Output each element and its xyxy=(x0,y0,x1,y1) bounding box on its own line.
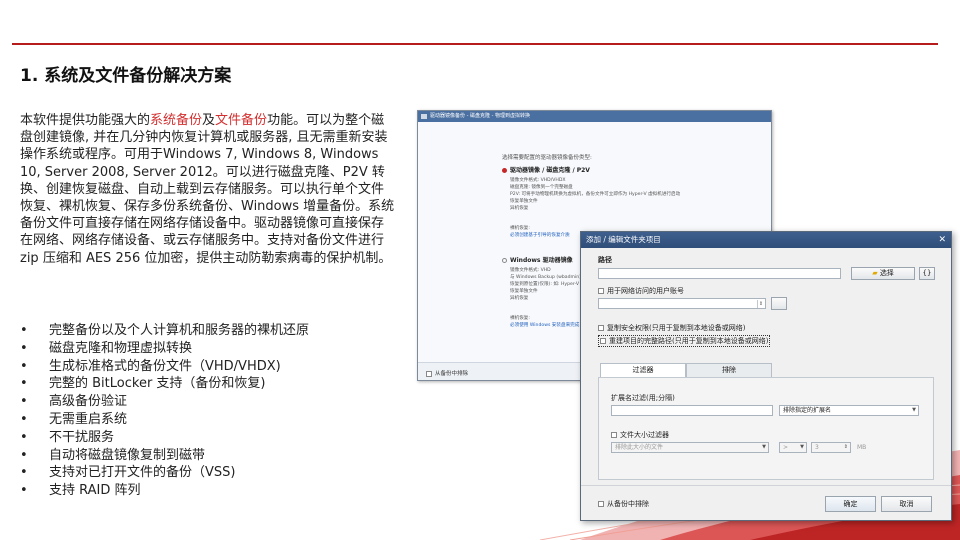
feature-list: 完整备份以及个人计算机和服务器的裸机还原 磁盘克隆和物理虚拟转换 生成标准格式的… xyxy=(20,322,400,500)
option-windows-image[interactable]: Windows 驱动器镜像 xyxy=(502,255,573,264)
ext-mode-select[interactable]: 排除指定的扩展名 ▼ xyxy=(779,405,919,416)
size-value-stepper[interactable]: 3 ⇕ xyxy=(811,442,851,453)
option1-recovery: 裸机恢复: 必须创建基于引导的恢复介质 xyxy=(510,225,570,239)
network-user-select[interactable]: ⇕ xyxy=(598,298,766,309)
intro-text-3: 功能。可以为整个磁盘创建镜像, 并在几分钟内恢复计算机或服务器, 且无需重新安装… xyxy=(20,113,395,266)
edit-folder-dialog: 添加 / 编辑文件夹项目 ✕ 路径 ▰ 选择 {} 用于网络访问的用户账号 ⇕ … xyxy=(580,231,952,521)
exclude-row[interactable]: 从备份中排除 xyxy=(598,499,649,509)
size-operator-select[interactable]: > ▼ xyxy=(779,442,807,453)
backup-type-prompt: 选择需要配置的驱动器镜像备份类型: xyxy=(502,155,592,161)
spin-arrows-icon: ⇕ xyxy=(843,444,848,450)
chevron-down-icon: ▼ xyxy=(912,407,916,413)
option-drive-image[interactable]: 驱动器镜像 / 磁盘克隆 / P2V xyxy=(502,165,590,174)
radio-selected-icon[interactable] xyxy=(502,168,507,173)
feature-item: 完整的 BitLocker 支持（备份和恢复) xyxy=(20,375,400,393)
window-titlebar: 驱动器镜像备份 - 磁盘克隆 - 物理到虚拟转换 xyxy=(418,111,771,122)
tab-exclude[interactable]: 排除 xyxy=(686,363,772,377)
size-mode-value: 排除此大小的文件 xyxy=(615,444,664,451)
feature-item: 完整备份以及个人计算机和服务器的裸机还原 xyxy=(20,322,400,340)
intro-paragraph: 本软件提供功能强大的系统备份及文件备份功能。可以为整个磁盘创建镜像, 并在几分钟… xyxy=(20,112,395,267)
fullpath-label: 重建项目的完整路径(只用于复制到本地设备或网络) xyxy=(609,337,769,345)
network-user-row[interactable]: 用于网络访问的用户账号 xyxy=(598,286,684,296)
ext-filter-label: 扩展名过滤(用;分隔) xyxy=(611,394,675,402)
spin-arrows-icon: ⇕ xyxy=(757,300,764,308)
ext-mode-value: 排除指定的扩展名 xyxy=(783,407,832,414)
window-title: 驱动器镜像备份 - 磁盘克隆 - 物理到虚拟转换 xyxy=(430,113,530,119)
header-rule xyxy=(12,43,938,45)
security-checkbox[interactable] xyxy=(598,325,604,331)
path-input[interactable] xyxy=(598,268,841,279)
option2-recovery: 裸机恢复: 必须使用 Windows 安装盘来完成 xyxy=(510,315,579,329)
detail-line: 镜像文件格式: VHD/VHDX xyxy=(510,178,566,183)
intro-text-2: 及 xyxy=(202,113,216,128)
exclude-label: 从备份中排除 xyxy=(607,500,649,508)
detail-line: 恢复单独文件 xyxy=(510,199,538,204)
path-label: 路径 xyxy=(598,256,612,264)
fullpath-row[interactable]: 重建项目的完整路径(只用于复制到本地设备或网络) xyxy=(598,335,771,347)
size-mode-select[interactable]: 排除此大小的文件 ▼ xyxy=(611,442,769,453)
network-user-label: 用于网络访问的用户账号 xyxy=(607,287,684,295)
browse-label: 选择 xyxy=(879,269,894,277)
dialog-titlebar: 添加 / 编辑文件夹项目 ✕ xyxy=(581,232,951,248)
recovery-link[interactable]: 必须使用 Windows 安装盘来完成 xyxy=(510,322,579,329)
detail-line: P2V: 可将手动物理机转换为虚拟机，备份文件可立即作为 Hyper-V 虚拟机… xyxy=(510,192,681,197)
option1-details: 镜像文件格式: VHD/VHDX 磁盘克隆: 镜像到一个完整磁盘 P2V: 可将… xyxy=(510,177,680,212)
recovery-link[interactable]: 必须创建基于引导的恢复介质 xyxy=(510,232,570,239)
feature-item: 不干扰服务 xyxy=(20,429,400,447)
feature-item: 支持对已打开文件的备份（VSS) xyxy=(20,464,400,482)
highlight-system-backup: 系统备份 xyxy=(150,113,203,128)
app-icon xyxy=(421,114,427,119)
browse-button[interactable]: ▰ 选择 xyxy=(851,267,915,280)
recovery-label: 裸机恢复: xyxy=(510,226,530,231)
folder-icon: ▰ xyxy=(872,269,878,277)
size-value: 3 xyxy=(815,444,819,451)
feature-item: 磁盘克隆和物理虚拟转换 xyxy=(20,340,400,358)
chevron-down-icon: ▼ xyxy=(800,444,804,450)
tab-filter[interactable]: 过滤器 xyxy=(600,363,686,377)
size-filter-label: 文件大小过滤器 xyxy=(620,431,669,439)
option-label: 驱动器镜像 / 磁盘克隆 / P2V xyxy=(510,167,590,174)
cancel-button[interactable]: 取消 xyxy=(881,496,932,512)
feature-item: 高级备份验证 xyxy=(20,393,400,411)
slide-title: 1. 系统及文件备份解决方案 xyxy=(20,66,232,86)
close-icon[interactable]: ✕ xyxy=(938,232,946,248)
intro-text-1: 本软件提供功能强大的 xyxy=(20,113,151,128)
feature-item: 无需重启系统 xyxy=(20,411,400,429)
size-filter-checkbox[interactable] xyxy=(611,432,617,438)
recovery-label: 裸机恢复: xyxy=(510,316,530,321)
variables-button[interactable]: {} xyxy=(919,267,935,280)
exclude-checkbox[interactable] xyxy=(426,370,432,377)
network-user-checkbox[interactable] xyxy=(598,288,604,294)
size-operator-value: > xyxy=(783,444,789,451)
exclude-checkbox[interactable] xyxy=(598,501,604,507)
security-row[interactable]: 复制安全权限(只用于复制到本地设备或网络) xyxy=(598,323,745,333)
security-label: 复制安全权限(只用于复制到本地设备或网络) xyxy=(607,324,746,332)
feature-item: 自动将磁盘镜像复制到磁带 xyxy=(20,447,400,465)
account-button[interactable] xyxy=(771,297,787,310)
detail-line: 磁盘克隆: 镜像到一个完整磁盘 xyxy=(510,185,573,190)
fullpath-checkbox[interactable] xyxy=(600,338,606,344)
dialog-title: 添加 / 编辑文件夹项目 xyxy=(586,235,661,244)
size-filter-row[interactable]: 文件大小过滤器 xyxy=(611,430,669,440)
filter-panel: 扩展名过滤(用;分隔) 排除指定的扩展名 ▼ 文件大小过滤器 排除此大小的文件 ▼ … xyxy=(598,377,934,480)
option-label: Windows 驱动器镜像 xyxy=(510,257,573,264)
exclude-label: 从备份中排除 xyxy=(435,371,469,377)
detail-line: 异机恢复 xyxy=(510,206,529,211)
ext-filter-input[interactable] xyxy=(611,405,773,416)
ok-button[interactable]: 确定 xyxy=(825,496,876,512)
dialog-separator xyxy=(581,485,951,486)
feature-item: 生成标准格式的备份文件（VHD/VHDX) xyxy=(20,358,400,376)
size-unit: MB xyxy=(857,444,867,451)
radio-icon[interactable] xyxy=(502,258,507,263)
highlight-file-backup: 文件备份 xyxy=(215,113,268,128)
chevron-down-icon: ▼ xyxy=(762,444,766,450)
feature-item: 支持 RAID 阵列 xyxy=(20,482,400,500)
